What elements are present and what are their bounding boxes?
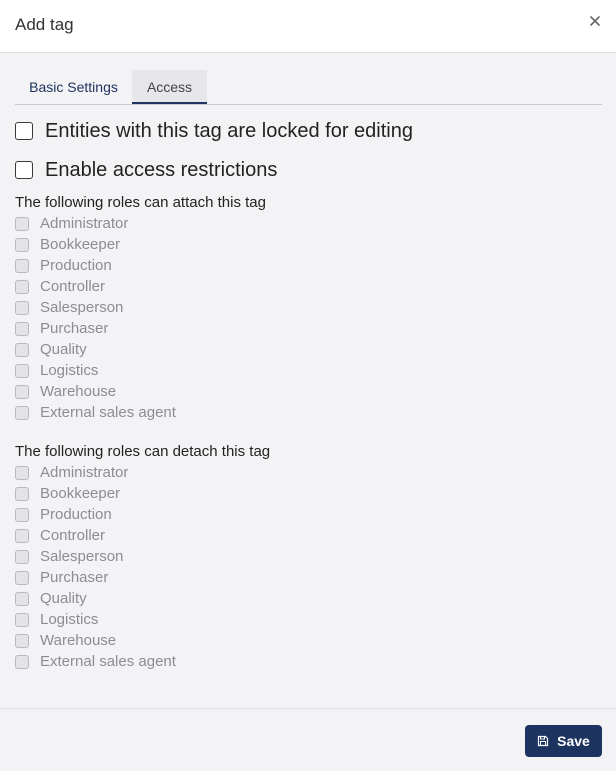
role-option: Salesperson [15, 546, 176, 567]
role-option: Controller [15, 276, 176, 297]
role-option: Salesperson [15, 297, 176, 318]
role-option: Logistics [15, 360, 176, 381]
role-option: Quality [15, 588, 176, 609]
role-label: Purchaser [40, 569, 109, 586]
locked-option[interactable]: Entities with this tag are locked for ed… [15, 119, 413, 143]
tab-basic-settings[interactable]: Basic Settings [15, 70, 132, 104]
role-checkbox[interactable] [15, 528, 29, 543]
restrict-checkbox[interactable] [15, 161, 33, 179]
save-button[interactable]: Save [525, 725, 602, 757]
role-checkbox[interactable] [15, 633, 29, 648]
role-label: Controller [40, 527, 106, 544]
role-option: Quality [15, 339, 176, 360]
role-label: External sales agent [40, 653, 176, 670]
dialog-header: Add tag [0, 0, 616, 53]
role-option: Warehouse [15, 630, 176, 651]
role-checkbox[interactable] [15, 465, 29, 480]
restrict-label: Enable access restrictions [45, 158, 278, 181]
role-checkbox[interactable] [15, 591, 29, 606]
save-label: Save [557, 733, 590, 749]
role-label: Bookkeeper [40, 236, 121, 253]
role-label: Controller [40, 278, 106, 295]
add-tag-dialog: Add tag Basic Settings Access Entities w… [0, 0, 616, 771]
locked-label: Entities with this tag are locked for ed… [45, 119, 413, 142]
role-option: External sales agent [15, 402, 176, 423]
dialog-footer: Save [0, 708, 616, 771]
role-checkbox[interactable] [15, 321, 29, 336]
role-option: Administrator [15, 213, 176, 234]
role-option: External sales agent [15, 651, 176, 672]
role-label: Quality [40, 590, 87, 607]
role-checkbox[interactable] [15, 654, 29, 669]
role-option: Purchaser [15, 318, 176, 339]
role-label: External sales agent [40, 404, 176, 421]
role-label: Production [40, 257, 112, 274]
role-label: Production [40, 506, 112, 523]
role-checkbox[interactable] [15, 405, 29, 420]
role-checkbox[interactable] [15, 363, 29, 378]
detach-heading: The following roles can detach this tag [15, 443, 271, 460]
role-label: Quality [40, 341, 87, 358]
role-label: Warehouse [40, 383, 117, 400]
dialog-title: Add tag [15, 15, 74, 34]
role-checkbox[interactable] [15, 216, 29, 231]
role-checkbox[interactable] [15, 279, 29, 294]
role-checkbox[interactable] [15, 300, 29, 315]
role-option: Bookkeeper [15, 234, 176, 255]
role-label: Administrator [40, 215, 129, 232]
role-option: Production [15, 504, 176, 525]
floppy-disk-icon [538, 735, 549, 747]
role-checkbox[interactable] [15, 384, 29, 399]
role-checkbox[interactable] [15, 612, 29, 627]
role-label: Bookkeeper [40, 485, 121, 502]
role-label: Administrator [40, 464, 129, 481]
role-checkbox[interactable] [15, 486, 29, 501]
role-option: Warehouse [15, 381, 176, 402]
tab-bar: Basic Settings Access [15, 70, 602, 105]
role-option: Logistics [15, 609, 176, 630]
role-label: Salesperson [40, 299, 124, 316]
role-option: Administrator [15, 462, 176, 483]
role-label: Warehouse [40, 632, 117, 649]
role-option: Purchaser [15, 567, 176, 588]
attach-heading: The following roles can attach this tag [15, 194, 266, 211]
role-option: Controller [15, 525, 176, 546]
role-checkbox[interactable] [15, 549, 29, 564]
role-checkbox[interactable] [15, 507, 29, 522]
role-checkbox[interactable] [15, 258, 29, 273]
restrict-option[interactable]: Enable access restrictions [15, 158, 277, 182]
role-label: Logistics [40, 362, 99, 379]
locked-checkbox[interactable] [15, 122, 33, 140]
role-checkbox[interactable] [15, 237, 29, 252]
role-option: Bookkeeper [15, 483, 176, 504]
close-icon[interactable] [588, 14, 602, 28]
tab-access[interactable]: Access [132, 70, 207, 104]
role-option: Production [15, 255, 176, 276]
attach-role-list: Administrator Bookkeeper Production Control… [15, 213, 176, 423]
role-label: Purchaser [40, 320, 109, 337]
role-label: Logistics [40, 611, 99, 628]
role-checkbox[interactable] [15, 570, 29, 585]
role-label: Salesperson [40, 548, 124, 565]
role-checkbox[interactable] [15, 342, 29, 357]
detach-role-list: Administrator Bookkeeper Production Control… [15, 462, 176, 672]
